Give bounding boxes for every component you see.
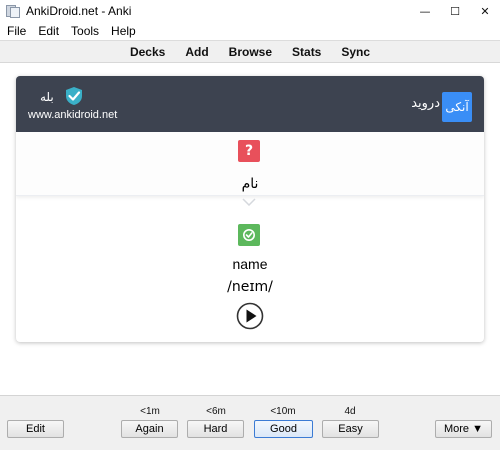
- question-icon: ?: [238, 140, 260, 162]
- easy-button[interactable]: Easy: [322, 420, 379, 438]
- main-toolbar: Decks Add Browse Stats Sync: [0, 40, 500, 62]
- interval-hard: <6m: [206, 406, 226, 417]
- front-word: نام: [241, 176, 259, 192]
- interval-again: <1m: [140, 406, 160, 417]
- shield-check-icon: [66, 87, 82, 105]
- card-banner: بله www.ankidroid.net درويد آنکی: [16, 76, 484, 132]
- banner-text: درويد: [411, 96, 440, 111]
- toolbar-browse[interactable]: Browse: [219, 45, 282, 59]
- menu-tools[interactable]: Tools: [65, 24, 105, 38]
- hard-button[interactable]: Hard: [187, 420, 244, 438]
- menu-file[interactable]: File: [0, 24, 32, 38]
- banner-badge: آنکی: [442, 92, 472, 122]
- more-button[interactable]: More ▼: [435, 420, 492, 438]
- toolbar-add[interactable]: Add: [175, 45, 218, 59]
- minimize-button[interactable]: —: [410, 0, 440, 22]
- brand-title: بله: [40, 90, 54, 104]
- edit-button[interactable]: Edit: [7, 420, 64, 438]
- toolbar-sync[interactable]: Sync: [331, 45, 380, 59]
- menu-help[interactable]: Help: [105, 24, 142, 38]
- chevron-down-icon: [242, 198, 256, 206]
- interval-easy: 4d: [344, 406, 356, 417]
- flashcard: بله www.ankidroid.net درويد آنکی ? نام n…: [16, 76, 484, 342]
- toolbar-decks[interactable]: Decks: [120, 45, 175, 59]
- window-title: AnkiDroid.net - Anki: [26, 4, 132, 18]
- check-icon: [238, 224, 260, 246]
- answer-pronunciation: /neɪm/: [227, 279, 273, 295]
- menu-bar: File Edit Tools Help: [0, 22, 500, 40]
- card-front: ? نام: [16, 132, 484, 196]
- toolbar-stats[interactable]: Stats: [282, 45, 331, 59]
- menu-edit[interactable]: Edit: [32, 24, 65, 38]
- brand-url[interactable]: www.ankidroid.net: [28, 109, 117, 121]
- maximize-button[interactable]: ☐: [440, 0, 470, 22]
- interval-good: <10m: [270, 406, 296, 417]
- close-button[interactable]: ✕: [470, 0, 500, 22]
- good-button[interactable]: Good: [254, 420, 313, 438]
- title-bar: AnkiDroid.net - Anki — ☐ ✕: [0, 0, 500, 22]
- reviewer-area: بله www.ankidroid.net درويد آنکی ? نام n…: [0, 62, 500, 395]
- again-button[interactable]: Again: [121, 420, 178, 438]
- answer-bar: Edit <1m Again <6m Hard <10m Good 4d Eas…: [0, 395, 500, 450]
- play-audio-icon[interactable]: [236, 302, 264, 330]
- anki-app-icon: [6, 4, 20, 18]
- answer-word: name: [232, 256, 268, 272]
